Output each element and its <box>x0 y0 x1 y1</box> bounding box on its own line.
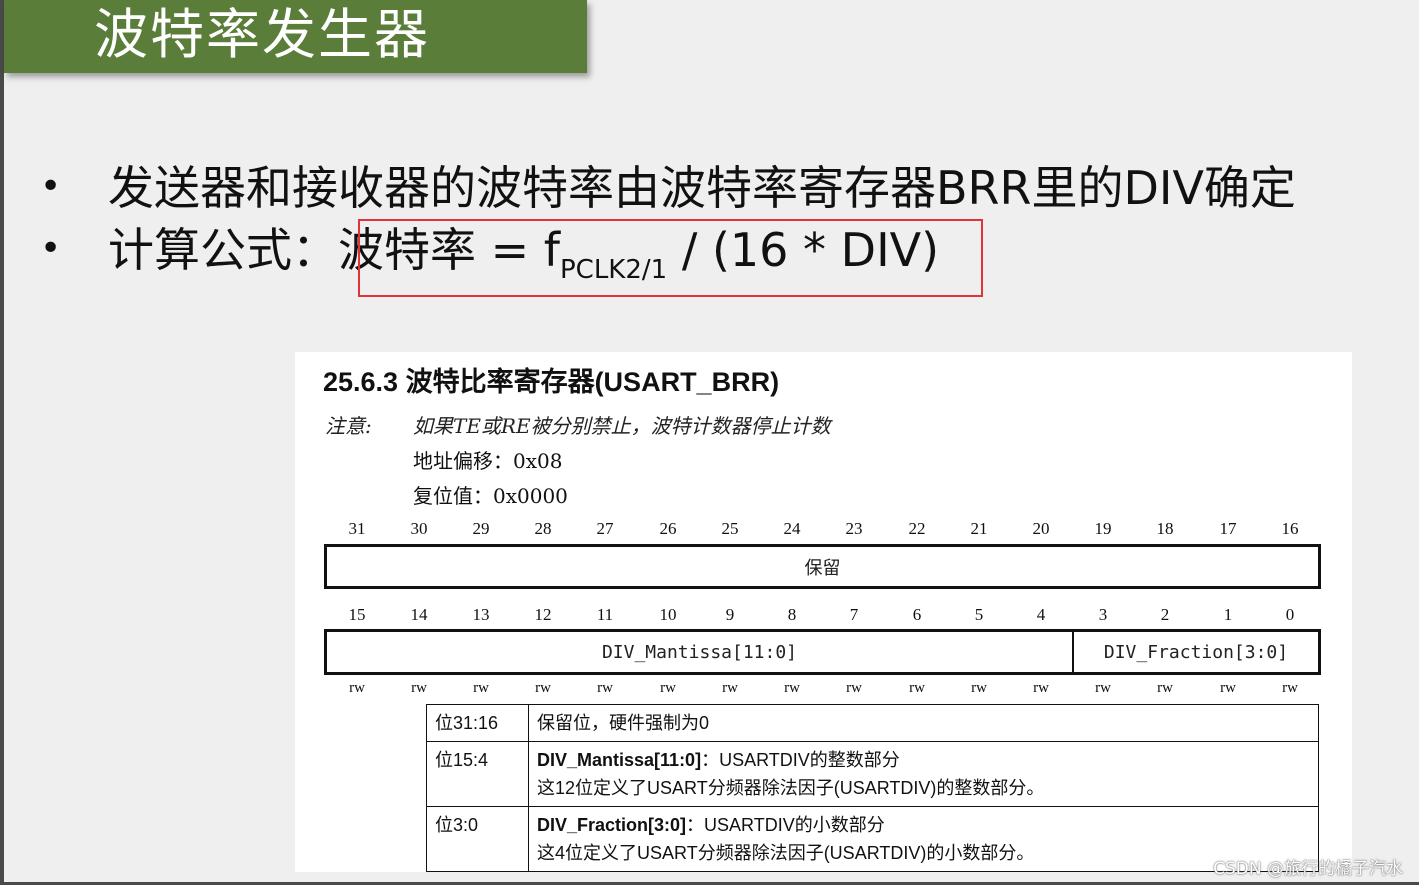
bit-number: 5 <box>974 605 984 624</box>
access-type: rw <box>971 680 987 696</box>
bit-description: DIV_Mantissa[11:0]：USARTDIV的整数部分 这12位定义了… <box>528 741 1319 807</box>
access-type: rw <box>846 680 862 696</box>
bit-number: 1 <box>1223 605 1233 624</box>
access-type: rw <box>349 680 365 696</box>
formula-highlight-box <box>358 219 983 297</box>
note-text: 如果TE或RE被分别禁止，波特计数器停止计数 <box>413 414 831 438</box>
note-label: 注意: <box>325 414 372 438</box>
bit-number: 8 <box>787 605 797 624</box>
bit-number: 6 <box>912 605 922 624</box>
bit-number: 3 <box>1098 605 1108 624</box>
bit-number: 11 <box>596 605 614 624</box>
bit-range: 位31:16 <box>426 704 529 742</box>
description-line: 保留位，硬件强制为0 <box>537 713 710 733</box>
bit-number: 29 <box>472 519 490 538</box>
bit-number: 9 <box>725 605 735 624</box>
div-mantissa-field: DIV_Mantissa[11:0] <box>601 641 798 663</box>
bit-number: 17 <box>1219 519 1237 538</box>
bit-number: 28 <box>534 519 552 538</box>
description-line: ：USARTDIV的整数部分 <box>701 750 900 770</box>
bit-range: 位15:4 <box>426 741 529 807</box>
reset-value: 复位值：0x0000 <box>413 484 568 508</box>
bit-range: 位3:0 <box>426 806 529 872</box>
bit-number: 27 <box>596 519 614 538</box>
bit-number: 31 <box>348 519 366 538</box>
bit-number: 7 <box>849 605 859 624</box>
access-type: rw <box>1033 680 1049 696</box>
bit-number: 14 <box>410 605 428 624</box>
bit-number: 12 <box>534 605 552 624</box>
bit-number: 18 <box>1156 519 1174 538</box>
access-type: rw <box>473 680 489 696</box>
reserved-label: 保留 <box>804 557 841 579</box>
bit-number: 15 <box>348 605 366 624</box>
reserved-field: 保留 <box>324 544 1321 589</box>
bit-number: 30 <box>410 519 428 538</box>
watermark: CSDN @旅行的橘子汽水 <box>1213 859 1403 879</box>
bit-number: 0 <box>1285 605 1295 624</box>
bit-description: DIV_Fraction[3:0]：USARTDIV的小数部分 这4位定义了US… <box>528 806 1319 872</box>
access-type: rw <box>1095 680 1111 696</box>
div-fraction-field: DIV_Fraction[3:0] <box>1103 641 1289 663</box>
access-type: rw <box>411 680 427 696</box>
title-banner: 波特率发生器 <box>4 0 587 73</box>
table-row: 位31:16 保留位，硬件强制为0 <box>426 704 1319 742</box>
access-type: rw <box>722 680 738 696</box>
slide-title: 波特率发生器 <box>94 3 430 66</box>
div-register-fields: DIV_Mantissa[11:0] DIV_Fraction[3:0] <box>324 629 1321 675</box>
access-type: rw <box>597 680 613 696</box>
formula-prefix: 计算公式： <box>108 223 338 277</box>
bullet-baud-source: • 发送器和接收器的波特率由波特率寄存器BRR里的DIV确定 <box>40 152 1296 218</box>
bit-number: 2 <box>1160 605 1170 624</box>
description-detail: 这12位定义了USART分频器除法因子(USARTDIV)的整数部分。 <box>537 778 1045 798</box>
table-row: 位3:0 DIV_Fraction[3:0]：USARTDIV的小数部分 这4位… <box>426 806 1319 872</box>
access-type: rw <box>1157 680 1173 696</box>
bullet-dot: • <box>40 228 62 269</box>
access-type: rw <box>660 680 676 696</box>
bit-number: 16 <box>1281 519 1299 538</box>
bit-number: 19 <box>1094 519 1112 538</box>
access-type: rw <box>784 680 800 696</box>
bit-number: 4 <box>1036 605 1046 624</box>
bullet-text-1: 发送器和接收器的波特率由波特率寄存器BRR里的DIV确定 <box>108 161 1296 215</box>
section-title: 25.6.3 波特比率寄存器(USART_BRR) <box>323 367 780 397</box>
access-type: rw <box>535 680 551 696</box>
bit-number: 22 <box>908 519 926 538</box>
bit-number: 21 <box>970 519 988 538</box>
table-row: 位15:4 DIV_Mantissa[11:0]：USARTDIV的整数部分 这… <box>426 741 1319 807</box>
bit-number: 25 <box>721 519 739 538</box>
high-bit-numbers: 31 30 29 28 27 26 25 24 23 22 21 20 19 1… <box>326 519 1321 541</box>
low-bit-numbers: 15 14 13 12 11 10 9 8 7 6 5 4 3 2 1 0 <box>326 605 1321 627</box>
bit-number: 24 <box>783 519 801 538</box>
access-type: rw <box>909 680 925 696</box>
bit-description: 保留位，硬件强制为0 <box>528 704 1319 742</box>
access-type: rw <box>1220 680 1236 696</box>
register-doc-image: 25.6.3 波特比率寄存器(USART_BRR) 注意: 如果TE或RE被分别… <box>295 352 1352 872</box>
bullet-dot: • <box>40 166 62 207</box>
bit-number: 10 <box>659 605 677 624</box>
bit-number: 23 <box>845 519 863 538</box>
access-row: rw rw rw rw rw rw rw rw rw rw rw rw rw r… <box>326 680 1321 702</box>
description-line: ：USARTDIV的小数部分 <box>686 815 885 835</box>
access-type: rw <box>1282 680 1298 696</box>
address-offset: 地址偏移：0x08 <box>413 449 563 473</box>
description-detail: 这4位定义了USART分频器除法因子(USARTDIV)的小数部分。 <box>537 843 1035 863</box>
left-border <box>0 0 4 885</box>
bit-number: 20 <box>1032 519 1050 538</box>
field-name: DIV_Fraction[3:0] <box>537 815 687 835</box>
bit-number: 13 <box>472 605 490 624</box>
field-name: DIV_Mantissa[11:0] <box>537 750 702 770</box>
bit-number: 26 <box>659 519 677 538</box>
bit-description-table: 位31:16 保留位，硬件强制为0 位15:4 DIV_Mantissa[11:… <box>426 704 1319 872</box>
